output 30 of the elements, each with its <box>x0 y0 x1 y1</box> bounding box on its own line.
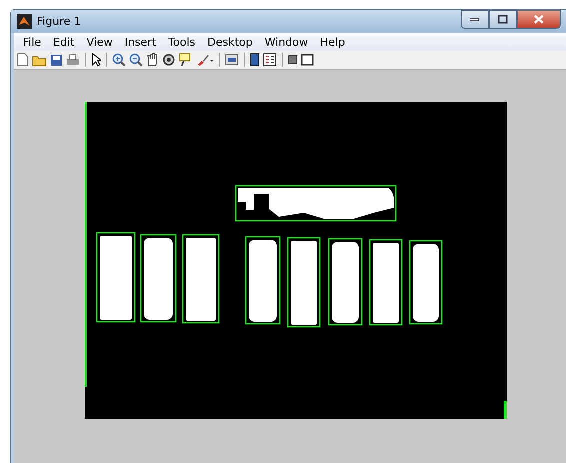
menu-item[interactable]: Edit <box>47 36 81 48</box>
hand-icon[interactable] <box>146 53 159 67</box>
minimize-icon <box>470 18 480 22</box>
menu-item[interactable]: Help <box>314 36 352 48</box>
menu-item[interactable]: Desktop <box>202 36 259 48</box>
menu-item[interactable]: View <box>80 36 119 48</box>
zoom-in-icon[interactable] <box>112 53 126 67</box>
menu-item[interactable]: File <box>17 36 48 48</box>
maximize-icon <box>498 15 508 24</box>
legend-icon[interactable] <box>263 53 277 67</box>
app-icon <box>17 14 32 29</box>
zoom-out-icon[interactable] <box>129 53 143 67</box>
colorbar-icon[interactable] <box>250 53 260 67</box>
data-cursor-icon[interactable] <box>179 53 193 67</box>
new-file-icon[interactable] <box>17 53 29 67</box>
folder-icon[interactable] <box>32 54 47 66</box>
close-button[interactable] <box>517 10 561 29</box>
print-icon[interactable] <box>66 54 80 66</box>
pointer-icon[interactable] <box>91 53 101 67</box>
window-icon[interactable] <box>301 54 314 66</box>
minimize-button[interactable] <box>461 10 489 29</box>
brush-icon[interactable] <box>196 53 214 67</box>
close-icon <box>534 15 544 24</box>
window-title: Figure 1 <box>37 15 82 28</box>
maximize-button[interactable] <box>489 10 517 29</box>
menu-item[interactable]: Tools <box>162 36 202 48</box>
menu-item[interactable]: Window <box>258 36 314 48</box>
square-icon[interactable] <box>288 55 298 65</box>
save-icon[interactable] <box>50 54 63 66</box>
menu-item[interactable]: Insert <box>118 36 162 48</box>
